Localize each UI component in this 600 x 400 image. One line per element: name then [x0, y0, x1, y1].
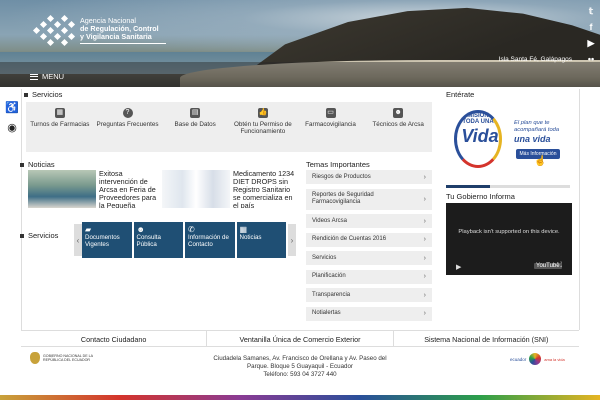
banner-progress	[446, 185, 570, 188]
fullscreen-icon[interactable]: ⛶	[557, 262, 562, 270]
video-message: Playback isn't supported on this device.	[458, 229, 560, 235]
servicio-base-datos[interactable]: ▤ Base de Datos	[161, 102, 229, 152]
database-icon: ▤	[190, 108, 201, 118]
users-icon: ☻	[136, 225, 145, 234]
servicio-turnos-farmacias[interactable]: ▦ Turnos de Farmacias	[26, 102, 94, 152]
play-icon[interactable]: ▶	[456, 263, 461, 271]
ecuador-sun-icon	[529, 353, 542, 365]
servicio-permiso-funcionamiento[interactable]: 👍 Obtén tu Permiso de Funcionamiento	[229, 102, 297, 152]
servicio-tecnicos-arcsa[interactable]: ☻ Técnicos de Arcsa	[364, 102, 432, 152]
chevron-right-icon: ›	[423, 291, 426, 299]
tema-notialertas[interactable]: Notialertas ›	[306, 306, 432, 321]
footer-address: Ciudadela Samanes, Av. Francisco de Orel…	[213, 355, 387, 378]
tema-planificacion[interactable]: Planificación ›	[306, 269, 432, 284]
youtube-icon[interactable]: ▶	[588, 38, 595, 48]
carousel-informacion-contacto[interactable]: ✆ Información de Contacto	[185, 222, 235, 258]
noticias-title: Noticias	[20, 160, 55, 169]
menu-label: MENU	[42, 72, 65, 81]
news-headline: Exitosa intervención de Arcsa en Feria d…	[99, 170, 157, 208]
arcsa-logo[interactable]: Agencia Nacional de Regulación, Control …	[32, 14, 166, 48]
facebook-icon[interactable]: f	[590, 22, 593, 32]
header-banner: Agencia Nacional de Regulación, Control …	[0, 0, 600, 87]
servicio-preguntas-frecuentes[interactable]: ? Preguntas Frecuentes	[94, 102, 162, 152]
servicios-carousel-title: Servicios	[20, 231, 58, 240]
eye-icon[interactable]: ◉	[7, 122, 17, 134]
carousel-next-arrow-icon[interactable]: ›	[288, 224, 296, 256]
link-ventanilla-unica[interactable]: Ventanilla Única de Comercio Exterior	[207, 331, 394, 346]
monitor-icon: ▭	[325, 108, 336, 118]
news-item[interactable]: Exitosa intervención de Arcsa en Feria d…	[28, 170, 163, 208]
gobierno-title: Tu Gobierno Informa	[446, 192, 515, 201]
servicios-carousel: ‹ ▰ Documentos Vigentes ☻ Consulta Públi…	[74, 222, 296, 258]
grid-icon: ▦	[239, 225, 248, 234]
bottom-links-bar: Contacto Ciudadano Ventanilla Única de C…	[21, 330, 579, 347]
carousel-prev-arrow-icon[interactable]: ‹	[74, 224, 82, 256]
question-icon: ?	[122, 108, 133, 118]
servicios-title: Servicios	[24, 90, 62, 99]
news-headline: Medicamento 1234 DIET DROPS sin Registro…	[233, 170, 295, 208]
folder-icon: ▰	[85, 225, 92, 234]
servicio-farmacovigilancia[interactable]: ▭ Farmacovigilancia	[297, 102, 365, 152]
tema-rendicion-cuentas[interactable]: Rendición de Cuentas 2016 ›	[306, 232, 432, 247]
tema-transparencia[interactable]: Transparencia ›	[306, 288, 432, 302]
header-shade	[0, 62, 600, 87]
tema-videos-arcsa[interactable]: Videos Arcsa ›	[306, 214, 432, 228]
gobierno-nacional-logo[interactable]: GOBIERNO NACIONAL DE LA REPÚBLICA DEL EC…	[30, 352, 101, 364]
video-controls: ▶ YouTube ⛶	[446, 260, 572, 275]
accessibility-tools: ♿ ◉	[4, 102, 20, 134]
chevron-right-icon: ›	[423, 273, 426, 280]
carousel-documentos-vigentes[interactable]: ▰ Documentos Vigentes	[82, 222, 132, 258]
chevron-right-icon: ›	[423, 195, 426, 203]
news-photo-drops	[162, 170, 230, 208]
mision-toda-una-vida-banner[interactable]: MISIÓN TODA UNA Vida El plan que te acom…	[450, 104, 570, 176]
temas-list: Riesgos de Productos › Reportes de Seguri…	[306, 170, 432, 325]
tema-reportes-seguridad[interactable]: Reportes de Seguridad Farmacovigilancia ›	[306, 188, 432, 210]
tema-servicios[interactable]: Servicios ›	[306, 251, 432, 265]
twitter-icon[interactable]: 𝕥	[589, 6, 593, 16]
link-sistema-nacional-informacion[interactable]: Sistema Nacional de Información (SNI)	[394, 331, 579, 346]
footer-color-strip	[0, 395, 600, 400]
chevron-right-icon: ›	[423, 254, 426, 262]
chevron-right-icon: ›	[423, 236, 426, 243]
link-contacto-ciudadano[interactable]: Contacto Ciudadano	[21, 331, 208, 346]
chevron-right-icon: ›	[423, 310, 426, 317]
phone-icon: ✆	[188, 225, 195, 234]
hamburger-icon	[30, 73, 38, 80]
chevron-right-icon: ›	[423, 173, 426, 181]
accessibility-icon[interactable]: ♿	[5, 102, 19, 114]
temas-title: Temas Importantes	[306, 160, 370, 169]
menu-button[interactable]: MENU	[30, 72, 64, 81]
users-icon: ☻	[393, 108, 404, 118]
header-caption: Isla Santa Fé, Galápagos	[498, 56, 572, 63]
social-links: 𝕥 f ▶ ••	[582, 0, 600, 75]
news-photo-feria	[28, 170, 96, 208]
news-item[interactable]: Medicamento 1234 DIET DROPS sin Registro…	[162, 170, 297, 208]
chevron-right-icon: ›	[423, 217, 426, 225]
carousel-noticias[interactable]: ▦ Noticias	[236, 222, 286, 258]
thumbs-up-icon: 👍	[257, 108, 268, 118]
calendar-icon: ▦	[54, 108, 65, 118]
ecuador-seal-icon	[30, 352, 40, 364]
tema-riesgos-productos[interactable]: Riesgos de Productos ›	[306, 170, 432, 184]
ecuador-ama-la-vida-logo[interactable]: ecuador ama la vida	[510, 353, 565, 365]
logo-dots-icon	[32, 14, 78, 47]
video-player[interactable]: Playback isn't supported on this device.…	[446, 203, 572, 275]
pointer-hand-icon: ☝	[534, 156, 547, 167]
enterate-title: Entérate	[446, 90, 475, 99]
servicios-grid: ▦ Turnos de Farmacias ? Preguntas Frecue…	[26, 102, 432, 152]
carousel-consulta-publica[interactable]: ☻ Consulta Pública	[133, 222, 183, 258]
logo-line-3: y Vigilancia Sanitaria	[80, 32, 152, 41]
flickr-icon[interactable]: ••	[588, 54, 594, 64]
